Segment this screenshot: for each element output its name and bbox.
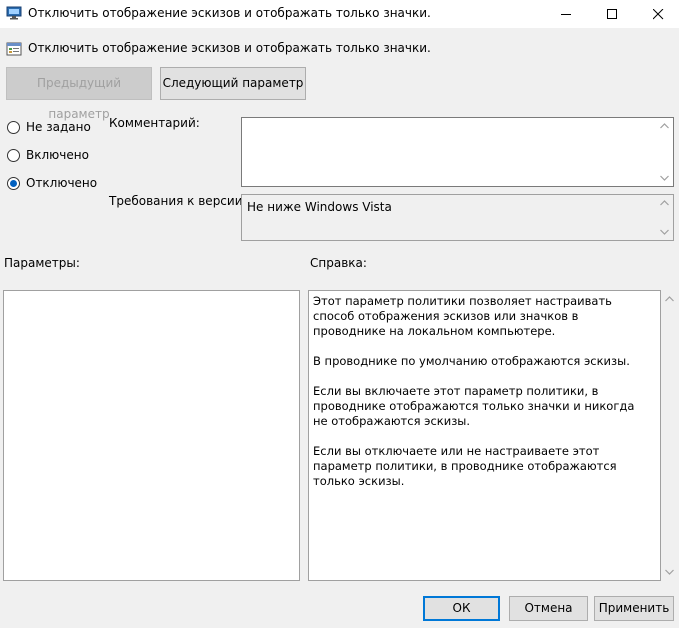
help-paragraph: Если вы отключаете или не настраиваете э… <box>313 444 617 488</box>
radio-label: Включено <box>26 148 89 162</box>
comment-label: Комментарий: <box>109 116 200 130</box>
maximize-button[interactable] <box>589 0 635 28</box>
cancel-button[interactable]: Отмена <box>509 596 588 621</box>
options-panel <box>3 290 300 581</box>
next-setting-button[interactable]: Следующий параметр <box>160 67 306 100</box>
title-bar: Отключить отображение эскизов и отобража… <box>0 0 679 28</box>
radio-button-checked[interactable] <box>7 177 20 190</box>
radio-label: Отключено <box>26 176 98 190</box>
scroll-up-icon[interactable] <box>665 296 674 302</box>
radio-label: Не задано <box>26 120 91 134</box>
scroll-down-icon[interactable] <box>660 175 669 181</box>
requirements-scrollbar[interactable] <box>656 195 673 240</box>
scroll-down-icon[interactable] <box>665 569 674 575</box>
ok-button[interactable]: ОК <box>423 596 500 621</box>
apply-button[interactable]: Применить <box>594 596 674 621</box>
radio-button[interactable] <box>7 121 20 134</box>
scroll-up-icon[interactable] <box>660 200 669 206</box>
window-title: Отключить отображение эскизов и отобража… <box>28 6 431 20</box>
options-label: Параметры: <box>4 256 80 270</box>
help-paragraph: Этот параметр политики позволяет настраи… <box>313 294 612 338</box>
previous-setting-button[interactable]: Предыдущий параметр <box>6 67 152 121</box>
radio-button[interactable] <box>7 149 20 162</box>
help-paragraph: В проводнике по умолчанию отображаются э… <box>313 354 630 368</box>
help-panel: Этот параметр политики позволяет настраи… <box>308 290 661 581</box>
minimize-icon <box>561 14 571 15</box>
scroll-up-icon[interactable] <box>660 123 669 129</box>
policy-setting-icon <box>6 41 22 57</box>
app-icon <box>6 6 22 20</box>
requirements-field: Не ниже Windows Vista <box>241 194 674 241</box>
setting-title: Отключить отображение эскизов и отобража… <box>28 41 431 55</box>
help-scrollbar[interactable] <box>661 290 678 581</box>
comment-textarea[interactable] <box>241 117 674 187</box>
close-button[interactable] <box>635 0 679 28</box>
comment-scrollbar[interactable] <box>656 118 673 186</box>
close-icon <box>653 9 664 20</box>
requirements-label: Требования к версии: <box>109 194 247 208</box>
maximize-icon <box>607 9 617 19</box>
help-paragraph: Если вы включаете этот параметр политики… <box>313 384 635 428</box>
help-label: Справка: <box>310 256 367 270</box>
help-text: Этот параметр политики позволяет настраи… <box>313 294 643 504</box>
requirements-value: Не ниже Windows Vista <box>247 200 392 214</box>
minimize-button[interactable] <box>543 0 589 28</box>
scroll-down-icon[interactable] <box>660 229 669 235</box>
